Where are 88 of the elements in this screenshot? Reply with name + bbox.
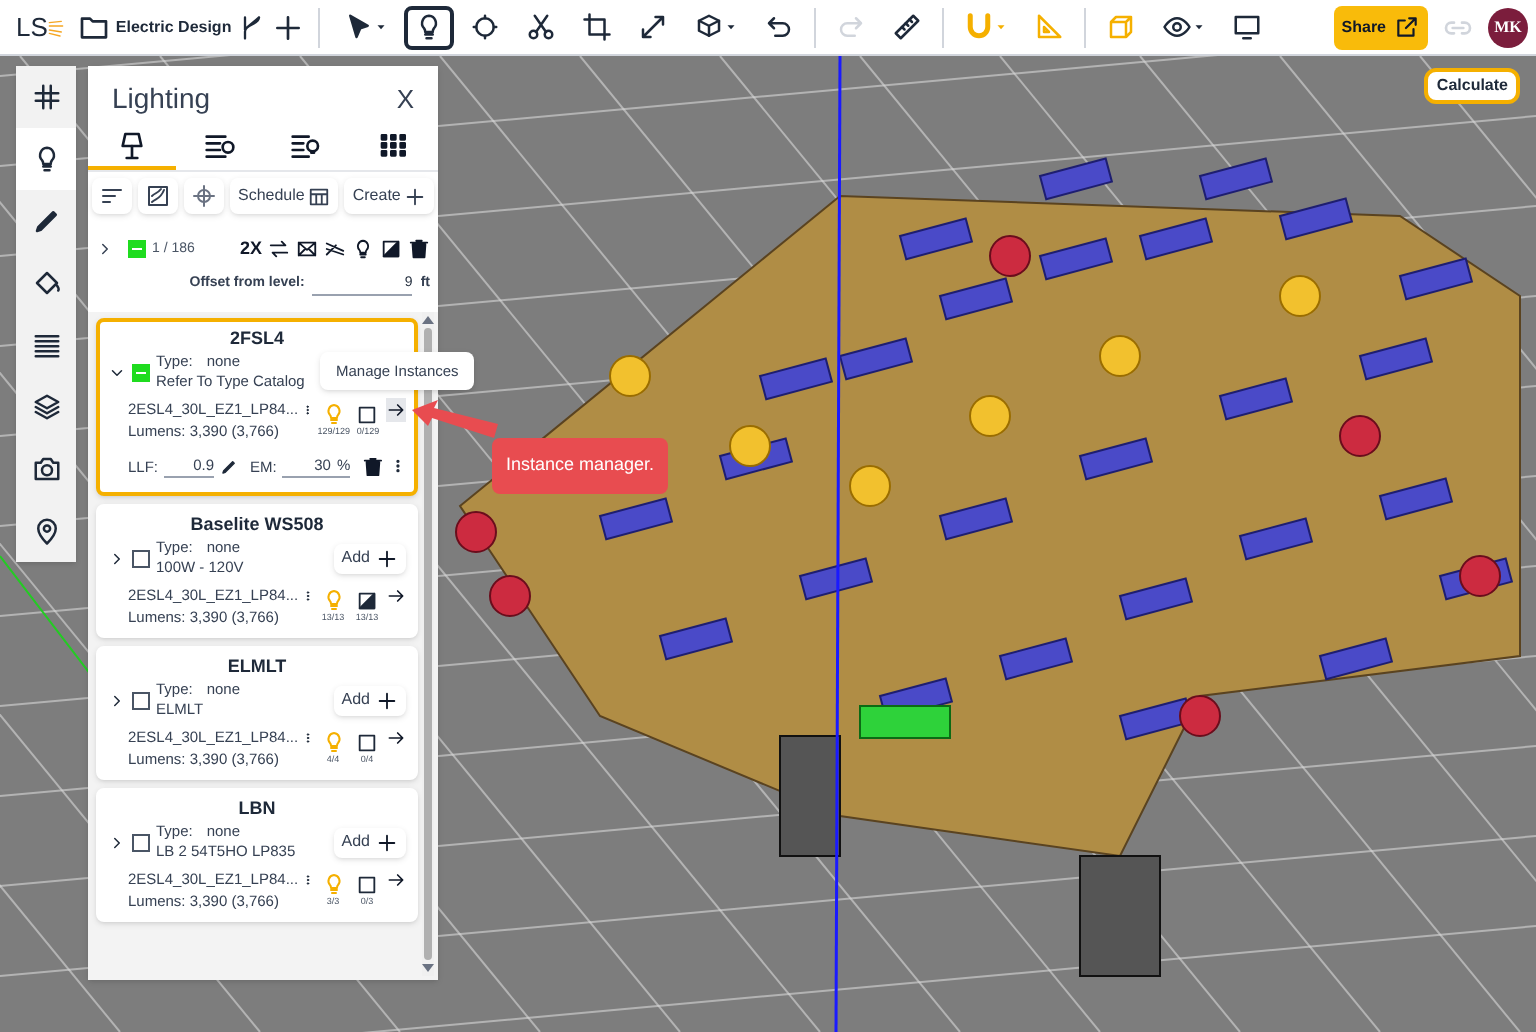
caret-icon bbox=[1191, 20, 1206, 34]
half-filled-square-icon[interactable] bbox=[356, 589, 379, 612]
panel-title: Lighting bbox=[112, 80, 211, 118]
lamp-icon bbox=[115, 129, 148, 161]
ruler-icon bbox=[891, 12, 922, 42]
half-square-icon[interactable] bbox=[380, 238, 402, 261]
plus-icon bbox=[404, 185, 427, 207]
plus-icon bbox=[376, 689, 398, 712]
checkbox[interactable] bbox=[132, 691, 150, 710]
cursor-icon bbox=[343, 12, 374, 42]
schedule-button[interactable]: Schedule bbox=[230, 178, 339, 214]
chevron-right-icon[interactable] bbox=[108, 833, 126, 852]
pencil-icon bbox=[31, 206, 61, 236]
fixture-list-icon bbox=[203, 129, 236, 161]
grid-icon bbox=[31, 82, 61, 112]
bulb-icon[interactable] bbox=[352, 238, 374, 261]
arrow-right-icon bbox=[386, 400, 406, 420]
table-icon bbox=[308, 185, 331, 207]
square-icon[interactable] bbox=[356, 873, 379, 896]
circle-icon bbox=[469, 12, 500, 42]
checkbox[interactable] bbox=[132, 833, 150, 852]
undo-icon bbox=[763, 12, 794, 42]
layers-icon bbox=[31, 392, 61, 422]
checkbox[interactable] bbox=[132, 549, 150, 568]
target-button[interactable] bbox=[184, 178, 224, 214]
calculate-button[interactable]: Calculate bbox=[1424, 68, 1520, 104]
plus-icon bbox=[376, 547, 398, 570]
sort-icon bbox=[100, 184, 124, 208]
manage-instances-button[interactable] bbox=[386, 398, 406, 422]
bulb-tool[interactable] bbox=[403, 5, 454, 49]
fixture-name: ELMLT bbox=[225, 654, 289, 681]
map-button[interactable] bbox=[138, 178, 178, 214]
multiplier-button[interactable]: 2X bbox=[239, 236, 262, 263]
pointer-arrow bbox=[412, 400, 498, 438]
share-icon bbox=[1394, 14, 1420, 40]
square-icon[interactable] bbox=[356, 731, 379, 754]
select-all-checkbox[interactable] bbox=[128, 240, 146, 259]
checkbox[interactable] bbox=[132, 363, 150, 381]
add-button[interactable]: Add bbox=[333, 543, 406, 574]
square-icon[interactable] bbox=[356, 403, 379, 425]
add-button[interactable]: Add bbox=[333, 827, 406, 858]
wireframe-cube-icon bbox=[1105, 12, 1136, 42]
swap-arrows-icon[interactable] bbox=[268, 238, 290, 261]
project-name[interactable]: Electric Design bbox=[115, 15, 232, 39]
grid-icon bbox=[378, 129, 411, 161]
camera-icon bbox=[31, 454, 61, 484]
redo-icon bbox=[835, 12, 866, 42]
location-pin-icon bbox=[31, 516, 61, 546]
caret-icon bbox=[373, 20, 388, 34]
fixture-name: 2FSL4 bbox=[227, 326, 286, 352]
caret-icon bbox=[723, 20, 738, 34]
close-button[interactable]: X bbox=[396, 79, 414, 119]
scissors-icon bbox=[525, 12, 556, 42]
trash-icon[interactable] bbox=[408, 238, 430, 261]
bulb-list-icon bbox=[290, 129, 323, 161]
pencil-icon[interactable] bbox=[220, 457, 238, 476]
cube-icon bbox=[693, 12, 724, 42]
plus-icon bbox=[376, 831, 398, 854]
envelope-icon[interactable] bbox=[296, 238, 318, 261]
chevron-right-icon[interactable] bbox=[96, 240, 114, 259]
contour-map-icon bbox=[146, 184, 170, 208]
add-icon[interactable] bbox=[271, 11, 304, 43]
magnet-icon bbox=[963, 12, 994, 42]
fixture-name: LBN bbox=[236, 796, 278, 823]
lines-icon[interactable] bbox=[324, 238, 346, 261]
arrow-right-icon bbox=[386, 586, 406, 607]
arrow-right-icon bbox=[386, 870, 406, 891]
chevron-right-icon[interactable] bbox=[108, 549, 126, 568]
folder-icon[interactable] bbox=[77, 11, 110, 43]
add-button[interactable]: Add bbox=[333, 685, 406, 716]
eye-icon bbox=[1161, 12, 1192, 42]
chevron-right-icon[interactable] bbox=[108, 691, 126, 710]
share-button[interactable]: Share bbox=[1333, 5, 1428, 49]
paint-bucket-icon bbox=[31, 268, 61, 298]
crosshair-icon bbox=[192, 184, 216, 208]
user-avatar[interactable]: MK bbox=[1488, 7, 1528, 47]
fixture-name: Baselite WS508 bbox=[188, 512, 326, 539]
logo-text: LS bbox=[16, 9, 48, 46]
monitor-icon bbox=[1231, 12, 1262, 42]
diagonal-arrow-icon bbox=[637, 12, 668, 42]
arrow-right-icon bbox=[386, 728, 406, 749]
callout-note: Instance manager. bbox=[492, 438, 669, 493]
lines-icon bbox=[31, 330, 61, 360]
crop-icon bbox=[581, 12, 612, 42]
caret-icon bbox=[993, 20, 1008, 34]
trash-icon[interactable] bbox=[362, 455, 385, 478]
sort-button[interactable] bbox=[92, 178, 132, 214]
create-button[interactable]: Create bbox=[344, 178, 435, 214]
